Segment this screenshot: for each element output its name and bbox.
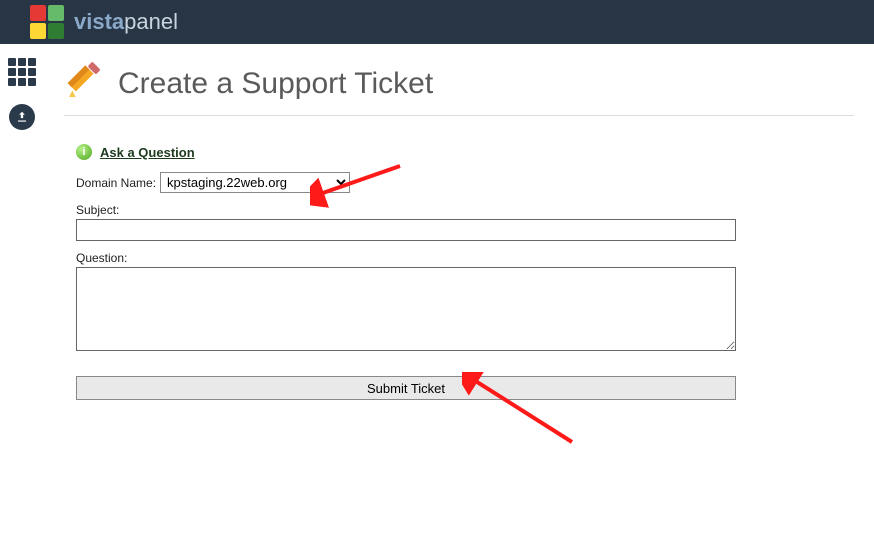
question-label: Question: (76, 251, 854, 265)
logo-icon (30, 5, 64, 39)
header-divider (64, 115, 854, 116)
submit-button[interactable]: Submit Ticket (76, 376, 736, 400)
domain-row: Domain Name: kpstaging.22web.org (76, 172, 854, 193)
subject-input[interactable] (76, 219, 736, 241)
domain-select[interactable]: kpstaging.22web.org (160, 172, 350, 193)
ask-question-row: i Ask a Question (76, 144, 854, 160)
apps-grid-icon[interactable] (8, 58, 36, 86)
main-area: Create a Support Ticket i Ask a Question… (44, 44, 874, 560)
topbar: vistapanel (0, 0, 874, 44)
left-rail (0, 44, 44, 560)
info-icon: i (76, 144, 92, 160)
question-textarea[interactable] (76, 267, 736, 351)
form-content: i Ask a Question Domain Name: kpstaging.… (64, 144, 854, 400)
page-header: Create a Support Ticket (64, 62, 854, 105)
page-title: Create a Support Ticket (118, 67, 433, 101)
question-block: Question: (76, 251, 854, 354)
ask-question-link[interactable]: Ask a Question (100, 145, 195, 160)
subject-block: Subject: (76, 203, 854, 241)
brand-prefix: vista (74, 9, 124, 34)
upload-icon[interactable] (9, 104, 35, 130)
domain-label: Domain Name: (76, 176, 156, 190)
pencil-icon (64, 62, 104, 105)
subject-label: Subject: (76, 203, 854, 217)
brand-suffix: panel (124, 9, 178, 34)
brand-text: vistapanel (74, 9, 178, 35)
